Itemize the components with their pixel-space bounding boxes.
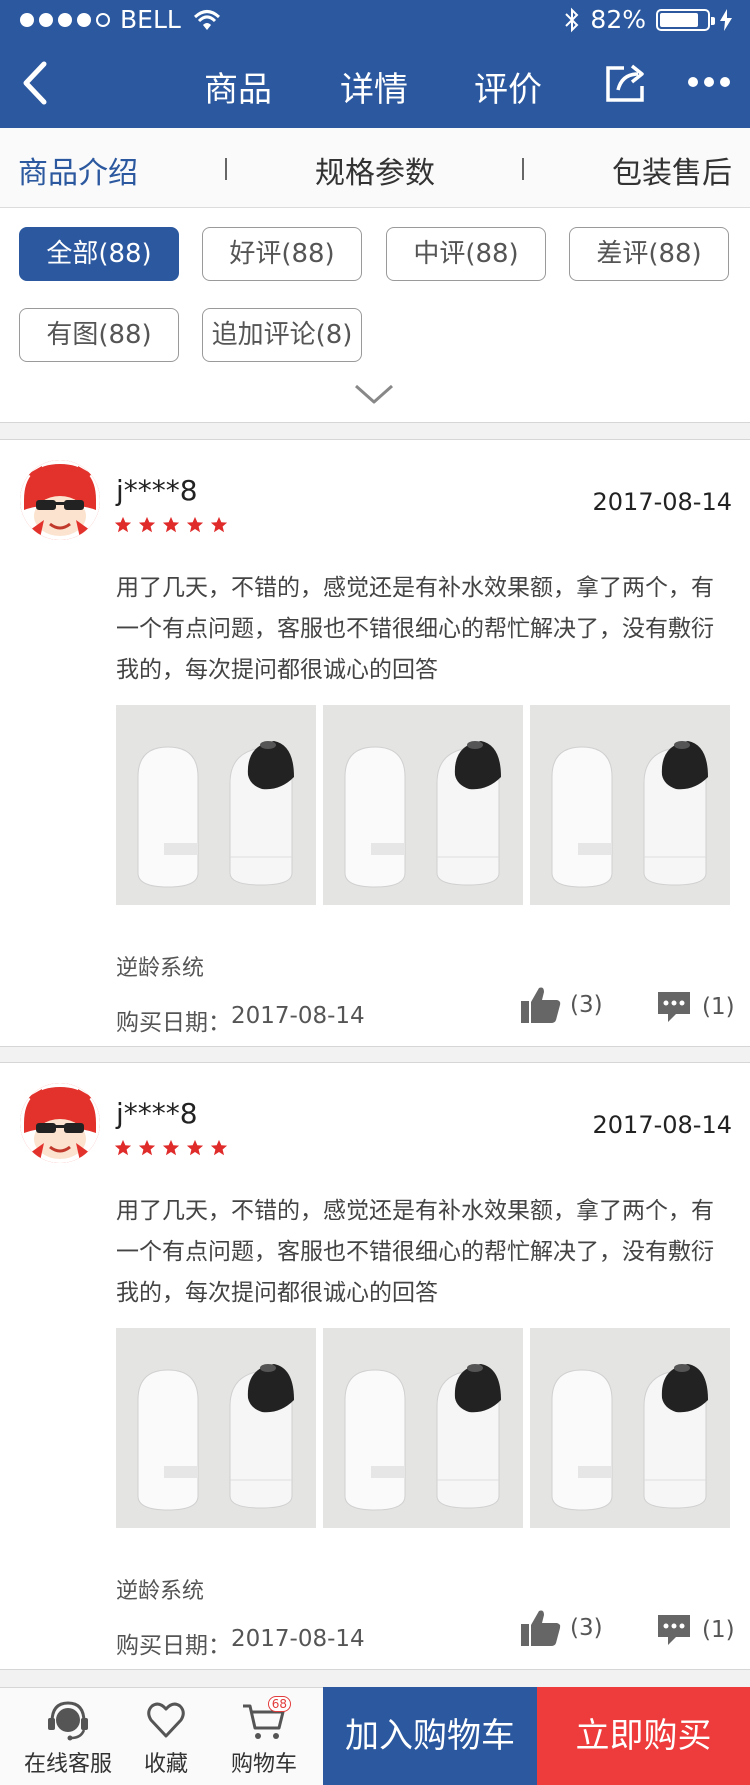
reviewer-name: j****8: [116, 1097, 198, 1130]
review-text: 用了几天，不错的，感觉还是有补水效果额，拿了两个，有一个有点问题，客服也不错很细…: [116, 575, 714, 683]
charging-icon: [720, 9, 732, 31]
add-to-cart-button[interactable]: 加入购物车: [323, 1687, 537, 1785]
purchase-date: 购买日期： 2017-08-14: [116, 1003, 365, 1037]
star-icon: [162, 516, 180, 533]
favorite-button[interactable]: 收藏: [136, 1698, 196, 1778]
thumbs-up-icon: [521, 987, 561, 1023]
star-icon: [138, 516, 156, 533]
star-rating: [114, 516, 228, 534]
buy-now-button[interactable]: 立即购买: [537, 1687, 750, 1785]
like-count: (3): [570, 1615, 603, 1641]
comment-count: (1): [702, 1617, 735, 1643]
review-photo[interactable]: [116, 705, 316, 905]
section-tab-intro[interactable]: 商品介绍: [18, 148, 138, 192]
heart-icon: [147, 1702, 185, 1738]
customer-service-label: 在线客服: [23, 1752, 112, 1777]
star-icon: [210, 516, 228, 533]
reviewer-name: j****8: [116, 474, 198, 507]
customer-service-button[interactable]: 在线客服: [18, 1698, 118, 1778]
wifi-icon: [193, 10, 220, 30]
review-photos: [116, 1328, 730, 1528]
divider: [225, 158, 227, 180]
tab-details[interactable]: 详情: [340, 62, 408, 111]
star-rating: [114, 1139, 228, 1157]
cart-label: 购物车: [230, 1752, 297, 1777]
review-photo[interactable]: [116, 1328, 316, 1528]
purchase-date-label: 购买日期：: [116, 1010, 231, 1036]
like-button[interactable]: (3): [520, 986, 603, 1024]
review-text: 用了几天，不错的，感觉还是有补水效果额，拿了两个，有一个有点问题，客服也不错很细…: [116, 1198, 714, 1306]
purchase-date: 购买日期： 2017-08-14: [116, 1626, 365, 1660]
back-icon[interactable]: [16, 58, 56, 108]
star-icon: [210, 1139, 228, 1156]
star-icon: [186, 1139, 204, 1156]
review-photo[interactable]: [323, 705, 523, 905]
section-tab-specs[interactable]: 规格参数: [315, 148, 435, 192]
avatar[interactable]: [20, 460, 100, 540]
review-card: j****8 2017-08-14 用了几天，不错的，感觉还是有补水效果额，拿了…: [0, 1062, 750, 1670]
purchase-date-label: 购买日期：: [116, 1633, 231, 1659]
section-tabs: 商品介绍 规格参数 包装售后: [0, 128, 750, 208]
star-icon: [114, 516, 132, 533]
chevron-down-icon[interactable]: [350, 380, 398, 410]
tab-product[interactable]: 商品: [204, 62, 272, 111]
status-bar: BELL 82%: [0, 0, 750, 40]
filter-follow-up[interactable]: 追加评论(8): [202, 308, 362, 362]
comment-icon: [658, 1615, 690, 1645]
comment-button[interactable]: (1): [656, 1613, 735, 1647]
review-photo[interactable]: [323, 1328, 523, 1528]
review-photo[interactable]: [530, 705, 730, 905]
battery-icon: [656, 9, 715, 31]
review-date: 2017-08-14: [592, 488, 732, 516]
cart-badge: 68: [267, 1696, 291, 1712]
filter-negative[interactable]: 差评(88): [569, 227, 729, 281]
review-card: j****8 2017-08-14 用了几天，不错的，感觉还是有补水效果额，拿了…: [0, 439, 750, 1047]
thumbs-up-icon: [521, 1610, 561, 1646]
star-icon: [138, 1139, 156, 1156]
favorite-label: 收藏: [143, 1752, 188, 1777]
like-count: (3): [570, 992, 603, 1018]
tab-reviews[interactable]: 评价: [474, 62, 542, 111]
signal-icon: [20, 13, 110, 27]
comment-icon: [658, 992, 690, 1022]
filter-with-photos[interactable]: 有图(88): [19, 308, 179, 362]
battery-percent: 82%: [590, 5, 646, 34]
like-button[interactable]: (3): [520, 1609, 603, 1647]
carrier-name: BELL: [120, 5, 181, 34]
star-icon: [186, 516, 204, 533]
purchase-date-value: 2017-08-14: [231, 1626, 365, 1652]
review-photos: [116, 705, 730, 905]
star-icon: [114, 1139, 132, 1156]
section-tab-package[interactable]: 包装售后: [612, 148, 732, 192]
headset-icon: [48, 1701, 88, 1741]
more-icon[interactable]: [688, 72, 732, 92]
review-photo[interactable]: [530, 1328, 730, 1528]
comment-count: (1): [702, 994, 735, 1020]
comment-button[interactable]: (1): [656, 990, 735, 1024]
battery-level: [660, 13, 698, 27]
nav-bar: 商品 详情 评价: [0, 40, 750, 128]
product-spec: 逆龄系统: [116, 956, 205, 981]
review-date: 2017-08-14: [592, 1111, 732, 1139]
avatar[interactable]: [20, 1083, 100, 1163]
filter-all[interactable]: 全部(88): [19, 227, 179, 281]
filter-neutral[interactable]: 中评(88): [386, 227, 546, 281]
review-filters: 全部(88) 好评(88) 中评(88) 差评(88) 有图(88) 追加评论(…: [0, 208, 750, 423]
product-spec: 逆龄系统: [116, 1579, 205, 1604]
bluetooth-icon: [565, 7, 579, 33]
filter-positive[interactable]: 好评(88): [202, 227, 362, 281]
divider: [522, 158, 524, 180]
purchase-date-value: 2017-08-14: [231, 1003, 365, 1029]
star-icon: [162, 1139, 180, 1156]
header: BELL 82% 商品 详情 评价: [0, 0, 750, 128]
share-icon[interactable]: [604, 62, 650, 104]
cart-button[interactable]: 68 购物车: [226, 1696, 302, 1778]
